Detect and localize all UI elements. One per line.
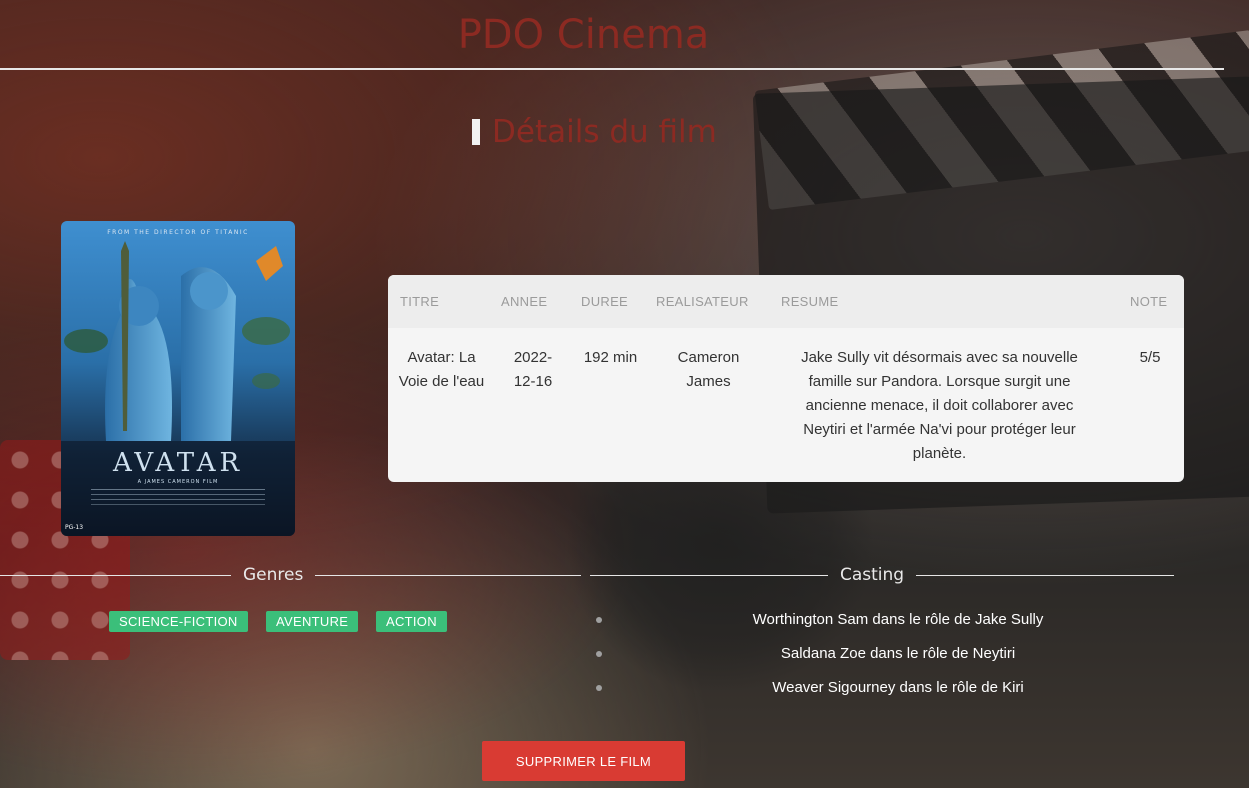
- cell-annee: 2022-12-16: [513, 349, 553, 390]
- genre-badge[interactable]: AVENTURE: [266, 611, 359, 632]
- header-note: NOTE: [1130, 294, 1168, 309]
- header-titre: TITRE: [400, 294, 440, 309]
- section-marker: [472, 119, 480, 145]
- table-header-row: TITRE ANNEE DUREE REALISATEUR RESUME NOT…: [388, 275, 1184, 328]
- cell-duree: 192 min: [583, 349, 638, 366]
- cast-list-item: Worthington Sam dans le rôle de Jake Sul…: [596, 608, 1196, 632]
- cell-titre: Avatar: La Voie de l'eau: [398, 349, 485, 390]
- genre-badge[interactable]: ACTION: [376, 611, 447, 632]
- table-row: Avatar: La Voie de l'eau 2022-12-16 192 …: [388, 328, 1184, 482]
- poster-rating: PG-13: [65, 524, 83, 531]
- header-duree: DUREE: [581, 294, 629, 309]
- cast-member: Worthington Sam dans le rôle de Jake Sul…: [752, 611, 1044, 628]
- header-resume: RESUME: [781, 294, 839, 309]
- casting-label: Casting: [840, 565, 905, 585]
- genre-badge[interactable]: SCIENCE-FICTION: [109, 611, 248, 632]
- header-divider: [0, 68, 1224, 70]
- genres-label: Genres: [243, 565, 304, 585]
- section-title: Détails du film: [492, 114, 717, 150]
- poster-subtitle: A JAMES CAMERON FILM: [138, 479, 219, 485]
- cell-resume: Jake Sully vit désormais avec sa nouvell…: [801, 349, 1078, 462]
- cell-note: 5/5: [1139, 349, 1161, 366]
- genres-divider: Genres: [0, 564, 590, 586]
- cell-realisateur: Cameron James: [677, 349, 740, 390]
- film-details-table: TITRE ANNEE DUREE REALISATEUR RESUME NOT…: [388, 275, 1184, 482]
- site-title[interactable]: PDO Cinema: [0, 12, 1167, 58]
- film-poster: FROM THE DIRECTOR OF TITANIC AVATAR A JA…: [61, 221, 295, 536]
- delete-film-button[interactable]: SUPPRIMER LE FILM: [482, 741, 685, 781]
- cast-list-item: Saldana Zoe dans le rôle de Neytiri: [596, 642, 1196, 666]
- poster-tagline: FROM THE DIRECTOR OF TITANIC: [107, 229, 249, 236]
- header-annee: ANNEE: [501, 294, 548, 309]
- header-realisateur: REALISATEUR: [656, 294, 749, 309]
- cast-member: Weaver Sigourney dans le rôle de Kiri: [772, 679, 1024, 696]
- cast-list-item: Weaver Sigourney dans le rôle de Kiri: [596, 676, 1196, 700]
- cast-member: Saldana Zoe dans le rôle de Neytiri: [780, 645, 1016, 662]
- poster-title: AVATAR: [112, 448, 243, 478]
- casting-divider: Casting: [590, 564, 1184, 586]
- section-heading: Détails du film: [472, 112, 717, 152]
